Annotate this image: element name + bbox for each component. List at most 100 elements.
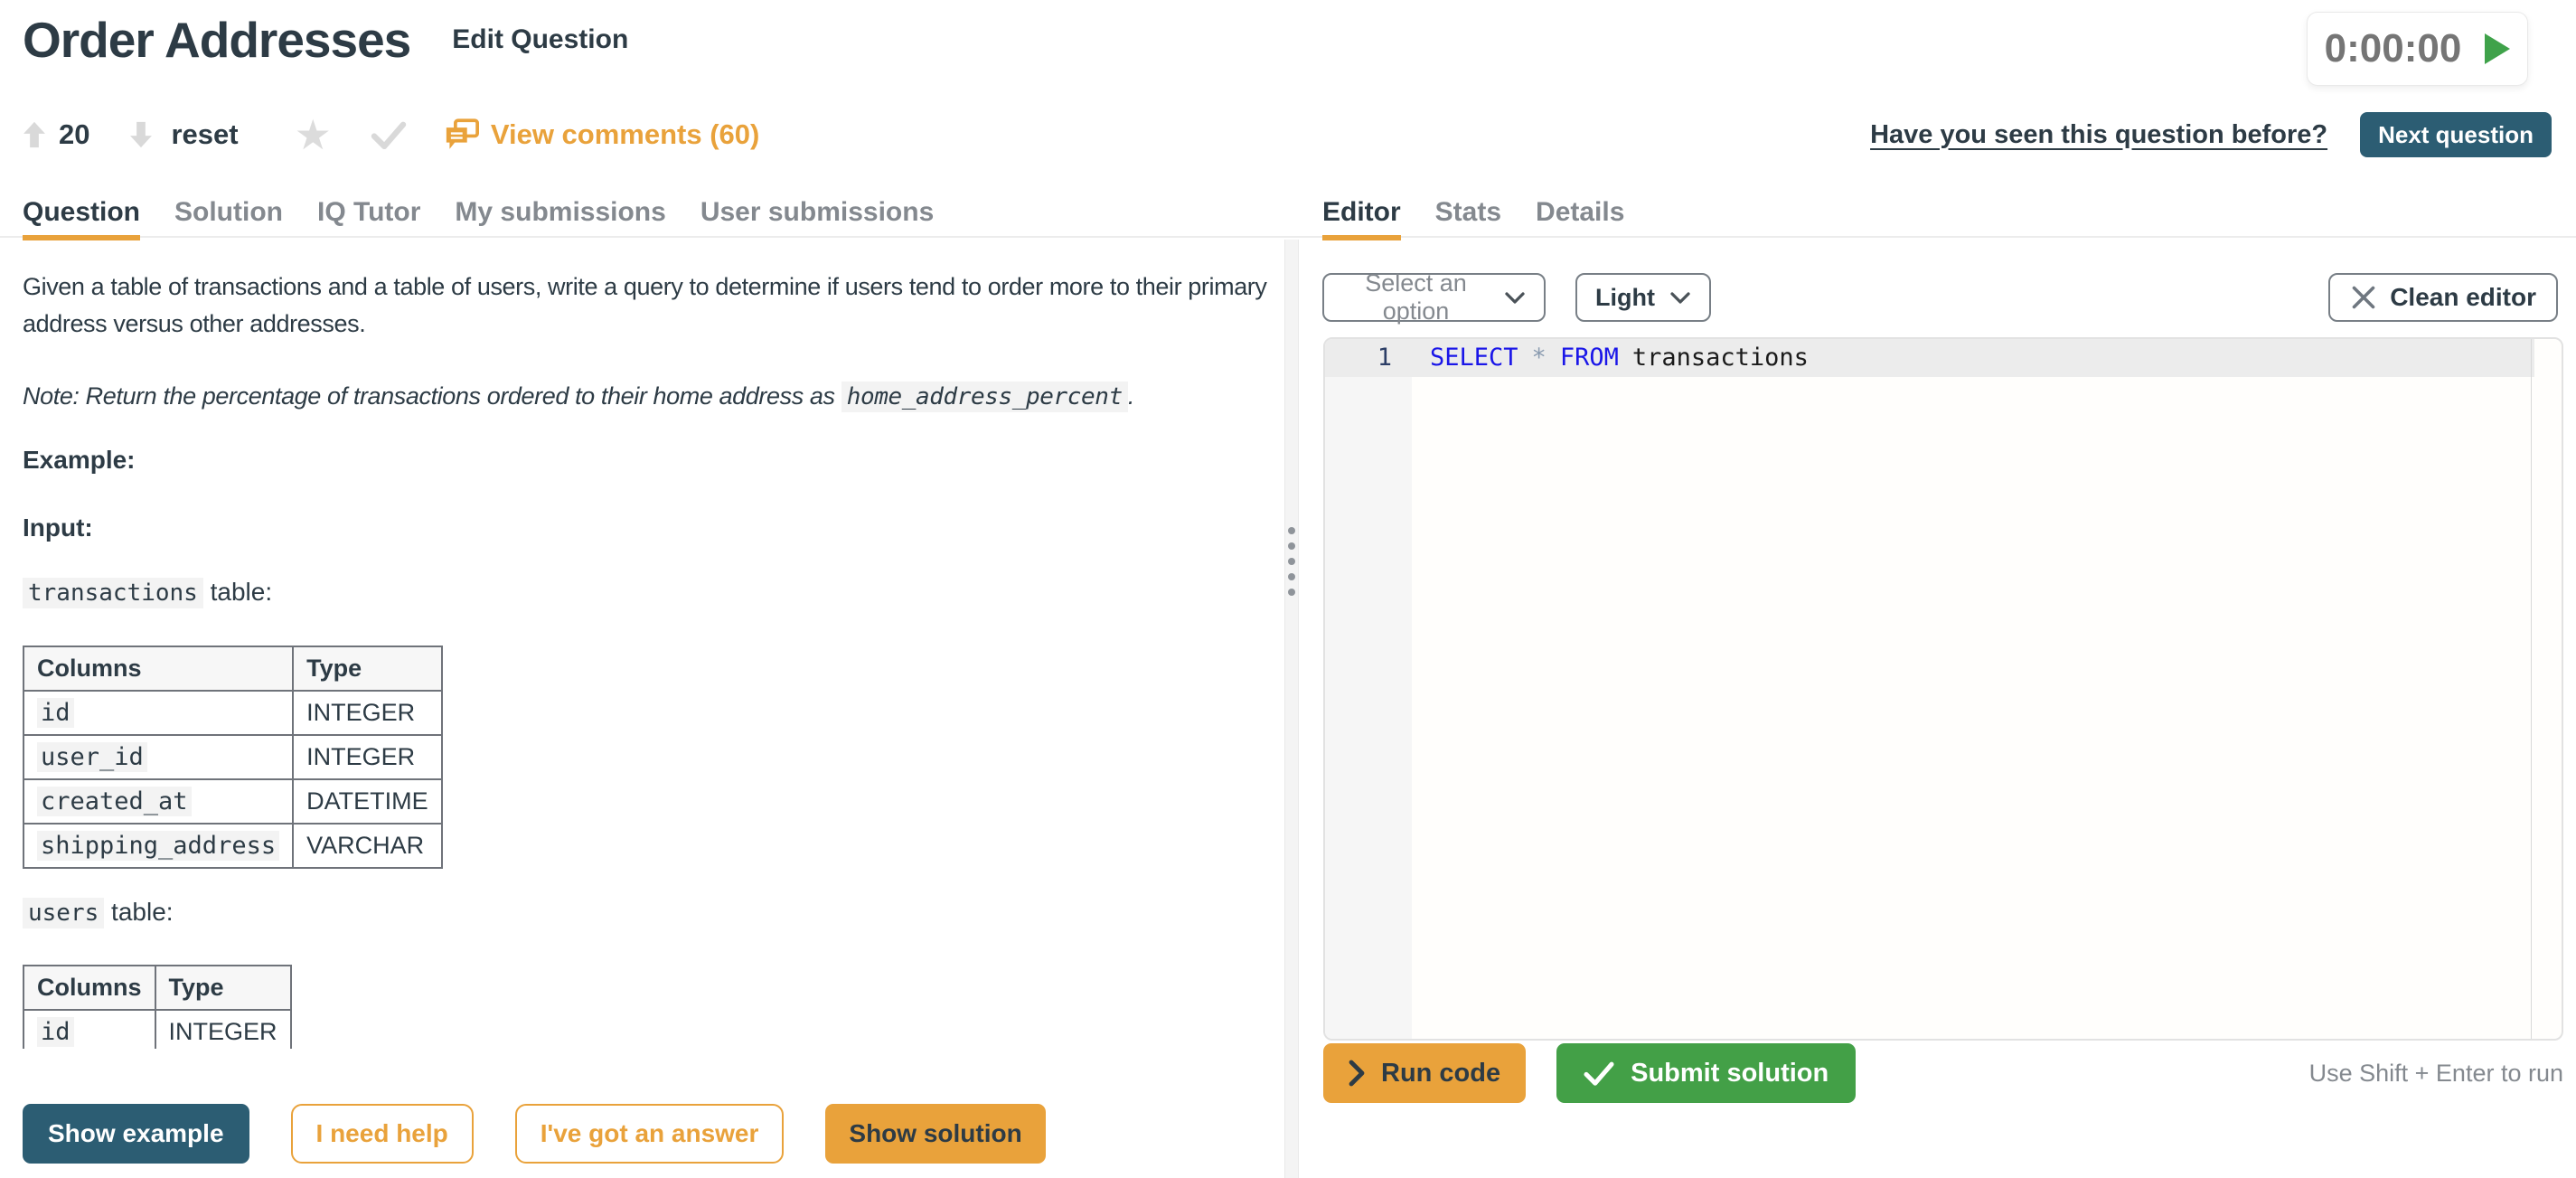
users-schema-table: Columns Type id INTEGER	[23, 965, 292, 1049]
edit-question-link[interactable]: Edit Question	[452, 24, 628, 55]
sql-keyword: SELECT	[1430, 344, 1518, 372]
view-comments-link[interactable]: View comments (60)	[491, 118, 759, 151]
tab-editor[interactable]: Editor	[1322, 197, 1401, 239]
users-label-suffix: table:	[104, 898, 173, 926]
type-header: Type	[293, 646, 442, 691]
code-line: SELECT * FROM transactions	[1430, 339, 1809, 377]
shortcut-hint: Use Shift + Enter to run	[2309, 1060, 2563, 1088]
page-title: Order Addresses	[23, 11, 410, 69]
tab-user-submissions[interactable]: User submissions	[700, 197, 934, 239]
play-icon[interactable]	[2485, 33, 2510, 64]
column-type: VARCHAR	[293, 824, 442, 868]
users-table-label: users table:	[23, 898, 174, 927]
language-select-value: Select an option	[1342, 269, 1490, 325]
column-name: user_id	[37, 742, 147, 772]
type-header: Type	[155, 966, 291, 1010]
meta-row: 20 reset ★ View comments (60)	[23, 112, 759, 157]
clean-editor-label: Clean editor	[2390, 283, 2536, 312]
column-type: INTEGER	[155, 1010, 291, 1049]
code-editor[interactable]: 1 SELECT * FROM transactions	[1323, 337, 2563, 1041]
editor-actions: Run code Submit solution Use Shift + Ent…	[1323, 1043, 2563, 1103]
seen-before-link[interactable]: Have you seen this question before?	[1870, 120, 2327, 150]
column-type: INTEGER	[293, 691, 442, 735]
panel-resize-handle[interactable]	[1284, 240, 1299, 1178]
submit-solution-label: Submit solution	[1631, 1059, 1829, 1088]
sql-keyword: FROM	[1560, 344, 1619, 372]
next-question-button[interactable]: Next question	[2360, 112, 2552, 157]
question-text: Given a table of transactions and a tabl…	[23, 269, 1279, 343]
editor-scrollbar-track[interactable]	[2531, 339, 2532, 1039]
sql-operator: *	[1532, 344, 1547, 372]
show-solution-button[interactable]: Show solution	[825, 1104, 1045, 1164]
tab-solution[interactable]: Solution	[174, 197, 283, 239]
run-chevron-icon	[1349, 1060, 1365, 1087]
left-panel-tabs: Question Solution IQ Tutor My submission…	[23, 197, 934, 239]
tab-my-submissions[interactable]: My submissions	[455, 197, 665, 239]
sql-identifier: transactions	[1632, 344, 1809, 372]
example-label: Example:	[23, 446, 136, 475]
tab-stats[interactable]: Stats	[1435, 197, 1501, 239]
table-row: id INTEGER	[24, 691, 442, 735]
close-icon	[2350, 284, 2377, 311]
question-content: Given a table of transactions and a tabl…	[0, 240, 1284, 1049]
column-name: id	[37, 1017, 74, 1047]
meta-right: Have you seen this question before? Next…	[1870, 112, 2552, 157]
reset-button[interactable]: reset	[171, 118, 238, 151]
timer-card: 0:00:00	[2307, 12, 2528, 86]
table-row: id INTEGER	[24, 1010, 291, 1049]
input-label: Input:	[23, 514, 93, 542]
column-header: Columns	[24, 646, 293, 691]
line-number: 1	[1325, 339, 1412, 377]
tab-iq-tutor[interactable]: IQ Tutor	[317, 197, 420, 239]
run-code-button[interactable]: Run code	[1323, 1043, 1526, 1103]
transactions-label-suffix: table:	[203, 578, 272, 606]
column-header: Columns	[24, 966, 155, 1010]
run-code-label: Run code	[1381, 1059, 1500, 1088]
clean-editor-button[interactable]: Clean editor	[2328, 273, 2558, 322]
tab-question[interactable]: Question	[23, 197, 140, 239]
drag-dots-icon	[1288, 527, 1295, 596]
users-table-name: users	[23, 898, 104, 928]
vote-count: 20	[59, 118, 89, 151]
column-name: shipping_address	[37, 831, 279, 861]
column-type: INTEGER	[293, 735, 442, 779]
table-row: created_at DATETIME	[24, 779, 442, 824]
header-title-row: Order Addresses Edit Question	[23, 11, 628, 69]
comments-icon[interactable]	[444, 118, 480, 152]
column-name: created_at	[37, 787, 192, 816]
editor-gutter	[1325, 339, 1412, 1039]
note-code: home_address_percent	[841, 382, 1128, 412]
need-help-button[interactable]: I need help	[291, 1104, 474, 1164]
timer-value: 0:00:00	[2325, 26, 2462, 71]
note-suffix: .	[1128, 382, 1134, 410]
editor-toolbar: Select an option Light Clean editor	[1322, 273, 2563, 322]
theme-select-value: Light	[1595, 284, 1655, 312]
table-row: shipping_address VARCHAR	[24, 824, 442, 868]
tabs-row: Question Solution IQ Tutor My submission…	[0, 197, 2576, 238]
column-name: id	[37, 698, 74, 728]
app-root: Order Addresses Edit Question 0:00:00 20…	[0, 0, 2576, 1178]
note-prefix: Note: Return the percentage of transacti…	[23, 382, 841, 410]
column-type: DATETIME	[293, 779, 442, 824]
downvote-icon[interactable]	[129, 120, 153, 149]
language-select[interactable]: Select an option	[1322, 273, 1546, 322]
check-icon[interactable]	[370, 120, 408, 149]
transactions-schema-table: Columns Type id INTEGER user_id INTEGER …	[23, 646, 443, 869]
editor-panel: Select an option Light Clean editor	[1322, 240, 2563, 1178]
star-icon[interactable]: ★	[295, 114, 332, 155]
question-actions: Show example I need help I've got an ans…	[23, 1104, 1046, 1164]
table-row: user_id INTEGER	[24, 735, 442, 779]
theme-select[interactable]: Light	[1575, 273, 1711, 322]
transactions-table-name: transactions	[23, 578, 203, 608]
got-answer-button[interactable]: I've got an answer	[515, 1104, 785, 1164]
upvote-icon[interactable]	[23, 120, 46, 149]
submit-check-icon	[1584, 1060, 1614, 1086]
show-example-button[interactable]: Show example	[23, 1104, 249, 1164]
submit-solution-button[interactable]: Submit solution	[1556, 1043, 1856, 1103]
right-panel-tabs: Editor Stats Details	[1322, 197, 1624, 239]
chevron-down-icon	[1669, 291, 1691, 305]
tab-details[interactable]: Details	[1536, 197, 1624, 239]
users-table-clip: Columns Type id INTEGER	[23, 965, 292, 1049]
question-note: Note: Return the percentage of transacti…	[23, 382, 1279, 410]
transactions-table-label: transactions table:	[23, 578, 272, 607]
